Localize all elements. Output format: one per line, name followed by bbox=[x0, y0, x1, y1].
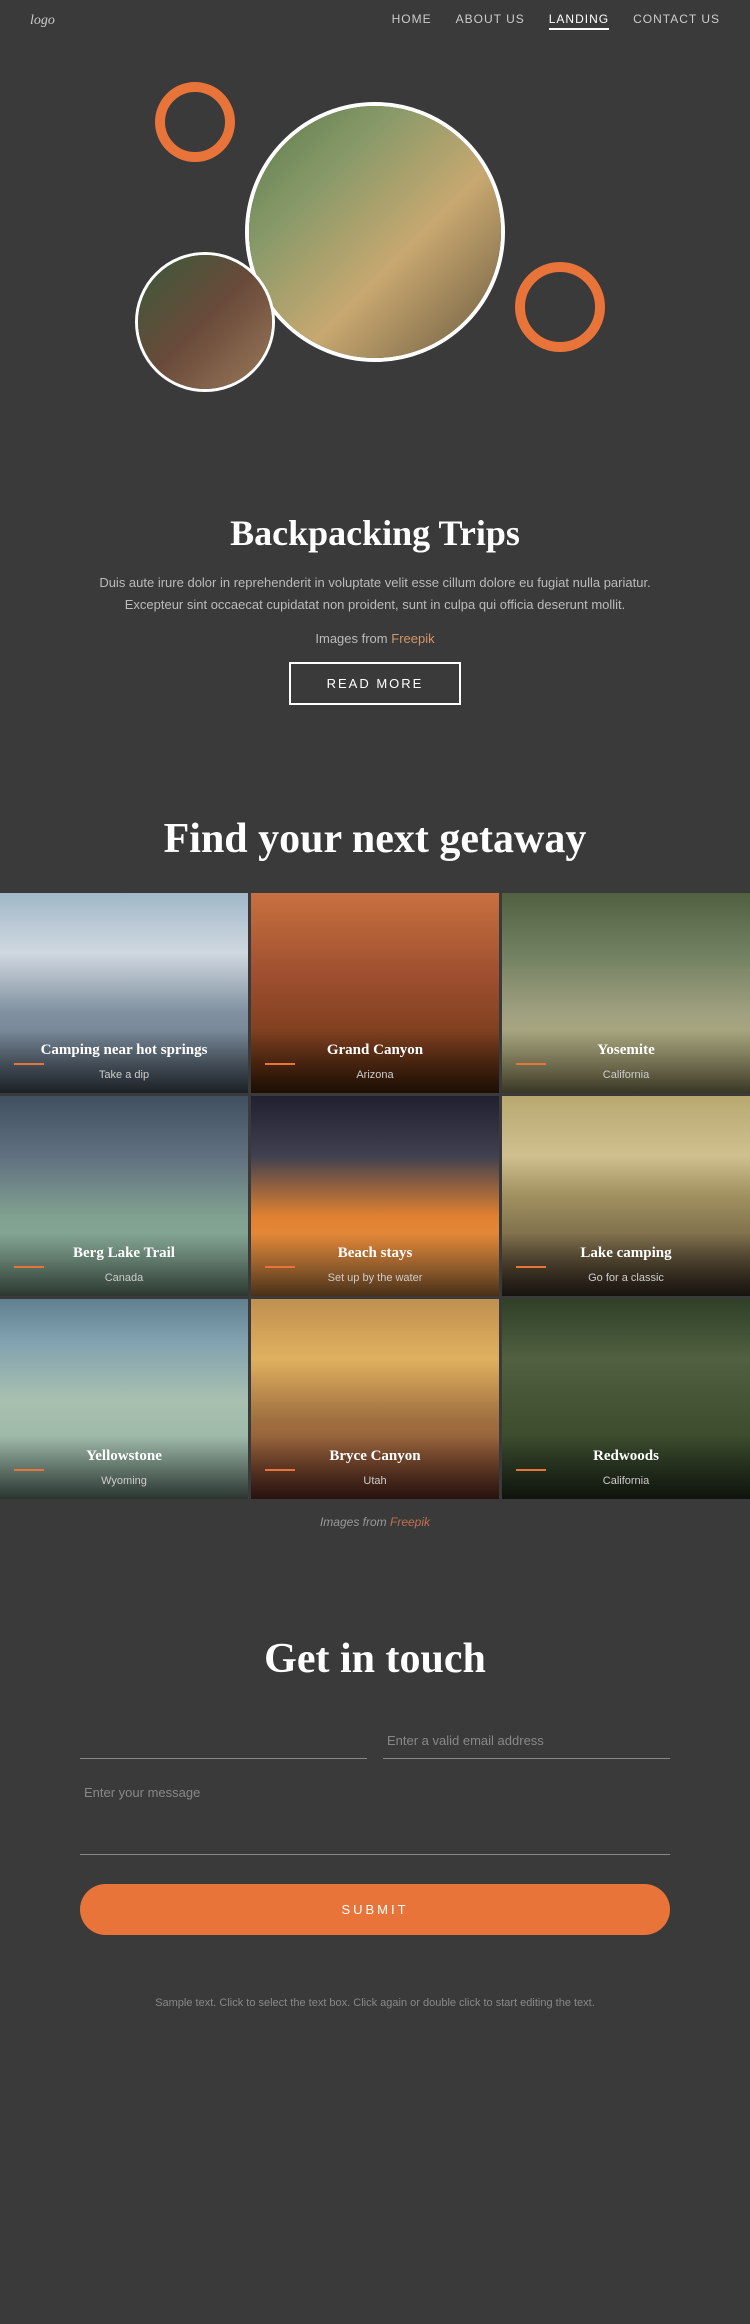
hotsprings-overlay: Camping near hot springs Take a dip bbox=[0, 1030, 248, 1093]
orange-ring-top-icon bbox=[155, 82, 235, 162]
yellowstone-divider bbox=[14, 1469, 44, 1471]
orange-ring-bottom-icon bbox=[515, 262, 605, 352]
destination-card-hotsprings[interactable]: Camping near hot springs Take a dip bbox=[0, 893, 248, 1093]
hero-circles bbox=[125, 72, 625, 412]
nav-about[interactable]: ABOUT US bbox=[456, 12, 525, 30]
destination-card-beachstays[interactable]: Beach stays Set up by the water bbox=[251, 1096, 499, 1296]
yosemite-overlay: Yosemite California bbox=[502, 1030, 750, 1093]
beachstays-title: Beach stays bbox=[265, 1245, 485, 1262]
beachstays-divider bbox=[265, 1266, 295, 1268]
destination-card-redwoods[interactable]: Redwoods California bbox=[502, 1299, 750, 1499]
header: logo HOME ABOUT US LANDING CONTACT US bbox=[0, 0, 750, 42]
backpacking-title: Backpacking Trips bbox=[80, 512, 670, 554]
berglake-overlay: Berg Lake Trail Canada bbox=[0, 1233, 248, 1296]
submit-button[interactable]: SUBMIT bbox=[80, 1884, 670, 1935]
grandcanyon-overlay: Grand Canyon Arizona bbox=[251, 1030, 499, 1093]
nav: HOME ABOUT US LANDING CONTACT US bbox=[392, 12, 720, 30]
yosemite-title: Yosemite bbox=[516, 1042, 736, 1059]
beachstays-overlay: Beach stays Set up by the water bbox=[251, 1233, 499, 1296]
berglake-divider bbox=[14, 1266, 44, 1268]
destination-card-brycecanyon[interactable]: Bryce Canyon Utah bbox=[251, 1299, 499, 1499]
getaway-title: Find your next getaway bbox=[0, 815, 750, 863]
backpacking-description: Duis aute irure dolor in reprehenderit i… bbox=[80, 572, 670, 616]
backpacking-section: Backpacking Trips Duis aute irure dolor … bbox=[0, 472, 750, 755]
getaway-section: Find your next getaway Camping near hot … bbox=[0, 755, 750, 1575]
name-input[interactable] bbox=[80, 1723, 367, 1759]
lakecamping-title: Lake camping bbox=[516, 1245, 736, 1262]
email-input[interactable] bbox=[383, 1723, 670, 1759]
lakecamping-overlay: Lake camping Go for a classic bbox=[502, 1233, 750, 1296]
brycecanyon-subtitle: Utah bbox=[265, 1475, 485, 1487]
brycecanyon-divider bbox=[265, 1469, 295, 1471]
form-row-top bbox=[80, 1723, 670, 1759]
redwoods-subtitle: California bbox=[516, 1475, 736, 1487]
yosemite-subtitle: California bbox=[516, 1069, 736, 1081]
grandcanyon-subtitle: Arizona bbox=[265, 1069, 485, 1081]
footer-note: Sample text. Click to select the text bo… bbox=[0, 1975, 750, 2042]
logo: logo bbox=[30, 13, 55, 29]
destination-grid: Camping near hot springs Take a dip Gran… bbox=[0, 893, 750, 1499]
destination-card-berglake[interactable]: Berg Lake Trail Canada bbox=[0, 1096, 248, 1296]
beachstays-subtitle: Set up by the water bbox=[265, 1272, 485, 1284]
hero-section bbox=[0, 42, 750, 472]
nav-home[interactable]: HOME bbox=[392, 12, 432, 30]
hotsprings-subtitle: Take a dip bbox=[14, 1069, 234, 1081]
destination-card-lakecamping[interactable]: Lake camping Go for a classic bbox=[502, 1096, 750, 1296]
berglake-subtitle: Canada bbox=[14, 1272, 234, 1284]
berglake-title: Berg Lake Trail bbox=[14, 1245, 234, 1262]
redwoods-divider bbox=[516, 1469, 546, 1471]
read-more-button[interactable]: READ MORE bbox=[289, 662, 462, 705]
destination-card-grandcanyon[interactable]: Grand Canyon Arizona bbox=[251, 893, 499, 1093]
hotsprings-title: Camping near hot springs bbox=[14, 1042, 234, 1059]
redwoods-title: Redwoods bbox=[516, 1448, 736, 1465]
grandcanyon-title: Grand Canyon bbox=[265, 1042, 485, 1059]
brycecanyon-title: Bryce Canyon bbox=[265, 1448, 485, 1465]
backpacking-credit: Images from Freepik bbox=[80, 628, 670, 650]
hero-main-image bbox=[245, 102, 505, 362]
contact-section: Get in touch SUBMIT bbox=[0, 1575, 750, 1975]
freepik-link[interactable]: Freepik bbox=[391, 631, 434, 646]
nav-contact[interactable]: CONTACT US bbox=[633, 12, 720, 30]
message-textarea[interactable] bbox=[80, 1775, 670, 1855]
redwoods-overlay: Redwoods California bbox=[502, 1436, 750, 1499]
grid-freepik-link[interactable]: Freepik bbox=[390, 1515, 430, 1529]
destination-card-yellowstone[interactable]: Yellowstone Wyoming bbox=[0, 1299, 248, 1499]
contact-form: SUBMIT bbox=[80, 1723, 670, 1935]
hero-small-image bbox=[135, 252, 275, 392]
yosemite-divider bbox=[516, 1063, 546, 1065]
destination-card-yosemite[interactable]: Yosemite California bbox=[502, 893, 750, 1093]
yellowstone-overlay: Yellowstone Wyoming bbox=[0, 1436, 248, 1499]
brycecanyon-overlay: Bryce Canyon Utah bbox=[251, 1436, 499, 1499]
lakecamping-divider bbox=[516, 1266, 546, 1268]
grid-credit: Images from Freepik bbox=[0, 1499, 750, 1545]
yellowstone-subtitle: Wyoming bbox=[14, 1475, 234, 1487]
hotsprings-divider bbox=[14, 1063, 44, 1065]
contact-title: Get in touch bbox=[80, 1635, 670, 1683]
lakecamping-subtitle: Go for a classic bbox=[516, 1272, 736, 1284]
nav-landing[interactable]: LANDING bbox=[549, 12, 609, 30]
yellowstone-title: Yellowstone bbox=[14, 1448, 234, 1465]
grandcanyon-divider bbox=[265, 1063, 295, 1065]
